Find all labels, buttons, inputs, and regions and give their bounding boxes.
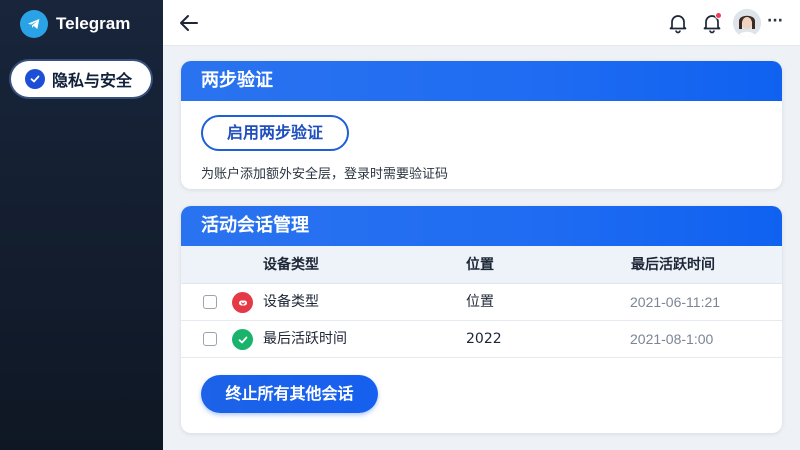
top-bar: ··· (163, 0, 800, 46)
row-checkbox[interactable] (203, 295, 217, 309)
enable-two-step-button[interactable]: 启用两步验证 (201, 115, 349, 151)
check-status-icon (232, 329, 253, 350)
two-step-title: 两步验证 (181, 61, 782, 101)
location-cell: 2022 (466, 331, 502, 347)
table-row[interactable]: 最后活跃时间 2022 2021-08-1:00 (181, 321, 782, 358)
device-cell: 最后活跃时间 (263, 331, 347, 347)
check-circle-icon (25, 69, 45, 89)
sidebar-item-privacy-security[interactable]: 隐私与安全 (11, 61, 151, 97)
sidebar-item-label: 隐私与安全 (52, 71, 133, 90)
two-step-description: 为账户添加额外安全层，登录时需要验证码 (201, 167, 449, 182)
bell-notification-icon[interactable] (700, 11, 724, 35)
device-cell: 设备类型 (263, 294, 319, 310)
app-name: Telegram (56, 14, 131, 33)
notification-dot (715, 12, 722, 19)
row-checkbox[interactable] (203, 332, 217, 346)
table-row[interactable]: 设备类型 位置 2021-06-11:21 (181, 284, 782, 321)
more-icon[interactable]: ··· (767, 13, 783, 33)
two-step-card: 两步验证 启用两步验证 为账户添加额外安全层，登录时需要验证码 (181, 61, 782, 189)
brand[interactable]: Telegram (20, 10, 130, 38)
sessions-title: 活动会话管理 (181, 206, 782, 246)
location-cell: 位置 (466, 294, 494, 310)
table-header: 设备类型 位置 最后活跃时间 (181, 246, 782, 284)
telegram-logo-icon (20, 10, 48, 38)
bell-icon[interactable] (666, 11, 690, 35)
last-active-cell: 2021-06-11:21 (630, 294, 721, 310)
column-header-last-active[interactable]: 最后活跃时间 (631, 246, 715, 284)
warning-status-icon (232, 292, 253, 313)
sessions-card: 活动会话管理 设备类型 位置 最后活跃时间 设备类型 位置 2021-06-11… (181, 206, 782, 433)
column-header-location[interactable]: 位置 (466, 246, 494, 284)
terminate-sessions-button[interactable]: 终止所有其他会话 (201, 375, 378, 413)
avatar[interactable] (733, 9, 761, 37)
last-active-cell: 2021-08-1:00 (630, 331, 714, 347)
column-header-device[interactable]: 设备类型 (263, 246, 319, 284)
back-arrow-icon[interactable] (177, 11, 201, 35)
sidebar: Telegram 隐私与安全 (0, 0, 163, 450)
